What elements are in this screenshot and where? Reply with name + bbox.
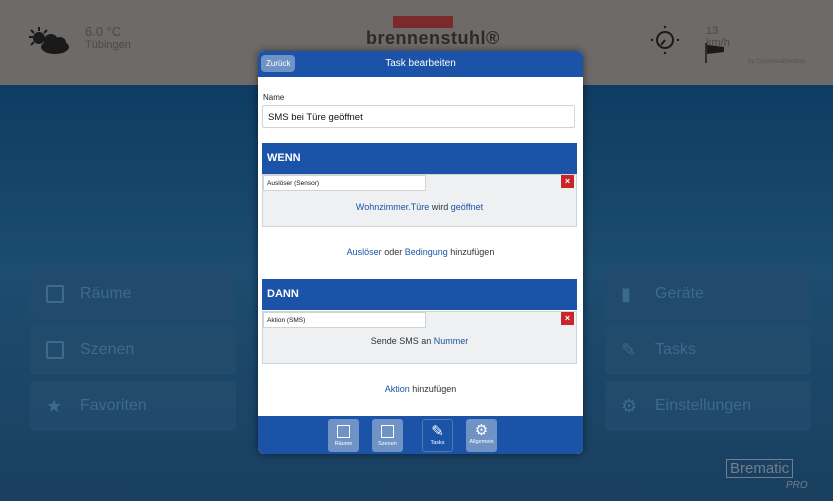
when-box: Auslöser (Sensor) × Wohnzimmer.Türe wird…: [262, 174, 577, 227]
wind-widget: 13 km/h by OpenWeatherMap: [650, 25, 805, 65]
footer-rooms-button[interactable]: Räume: [328, 419, 359, 452]
name-input[interactable]: SMS bei Türe geöffnet: [262, 105, 575, 128]
tile-label: Tasks: [655, 341, 696, 358]
add-trigger-link[interactable]: Auslöser: [347, 247, 382, 257]
tile-rooms[interactable]: Räume: [30, 269, 236, 319]
weather-source: by OpenWeatherMap: [748, 59, 805, 65]
brematic-logo: Brematic PRO: [726, 459, 808, 491]
tile-scenes[interactable]: Szenen: [30, 325, 236, 375]
remove-trigger-button[interactable]: ×: [561, 175, 574, 188]
gear-icon: ⚙: [474, 422, 489, 439]
weather-widget: 6.0 °C Tübingen: [25, 25, 131, 55]
add-suffix-text: hinzufügen: [450, 247, 495, 257]
tile-label: Räume: [80, 285, 132, 302]
tile-label: Einstellungen: [655, 397, 752, 414]
temperature: 6.0 °C: [85, 24, 122, 39]
dialog-header: Zurück Task bearbeiten: [258, 51, 583, 77]
then-header: DANN: [262, 279, 577, 310]
dialog-body: Name SMS bei Türe geöffnet WENN Auslöser…: [258, 77, 583, 416]
plug-icon: ▮: [621, 283, 631, 304]
windsock-icon: [705, 43, 724, 63]
then-box: Aktion (SMS) × Sende SMS an Nummer: [262, 311, 577, 364]
tile-devices[interactable]: ▮ Geräte: [605, 269, 811, 319]
sun-cloud-icon: [29, 27, 69, 54]
trigger-middle-text: wird: [431, 202, 449, 212]
footer-label: Szenen: [378, 441, 397, 447]
tile-tasks[interactable]: ✎ Tasks: [605, 325, 811, 375]
task-edit-dialog: Zurück Task bearbeiten Name SMS bei Türe…: [258, 51, 583, 454]
dialog-title: Task bearbeiten: [385, 58, 456, 69]
star-icon: ★: [46, 395, 63, 416]
dialog-footer-nav: Räume Szenen ✎ Tasks ⚙ Allgemein: [258, 416, 583, 454]
add-trigger-row: Auslöser oder Bedingung hinzufügen: [258, 247, 583, 257]
add-action-row: Aktion hinzufügen: [258, 384, 583, 394]
add-or-text: oder: [384, 247, 403, 257]
footer-general-button[interactable]: ⚙ Allgemein: [466, 419, 497, 452]
rooms-icon: [46, 285, 64, 303]
action-target-link[interactable]: Nummer: [434, 336, 469, 346]
action-select[interactable]: Aktion (SMS): [263, 312, 426, 328]
add-action-suffix: hinzufügen: [412, 384, 457, 394]
gear-icon: ⚙: [621, 395, 638, 416]
play-icon: [46, 341, 64, 359]
brand-logo: brennenstuhl®: [366, 16, 500, 49]
rooms-icon: [337, 425, 350, 438]
tile-label: Geräte: [655, 285, 704, 302]
tile-favorites[interactable]: ★ Favoriten: [30, 381, 236, 431]
name-label: Name: [263, 93, 285, 102]
play-icon: [381, 425, 394, 438]
action-text: Sende SMS an: [370, 336, 432, 346]
remove-action-button[interactable]: ×: [561, 312, 574, 325]
trigger-state-link[interactable]: geöffnet: [451, 202, 483, 212]
tile-settings[interactable]: ⚙ Einstellungen: [605, 381, 811, 431]
logo-bar: [393, 16, 453, 28]
footer-scenes-button[interactable]: Szenen: [372, 419, 403, 452]
logo-text: brennenstuhl®: [366, 28, 500, 48]
city-name: Tübingen: [85, 39, 131, 51]
tasks-icon: ✎: [431, 423, 444, 440]
trigger-select[interactable]: Auslöser (Sensor): [263, 175, 426, 191]
brand-line2: PRO: [786, 480, 808, 491]
trigger-description: Wohnzimmer.Türe wird geöffnet: [263, 202, 576, 212]
compass-icon: [650, 25, 680, 55]
add-action-link[interactable]: Aktion: [385, 384, 410, 394]
tile-label: Szenen: [80, 341, 135, 358]
footer-label: Räume: [334, 441, 353, 447]
brand-line1: Brematic: [726, 459, 794, 478]
footer-label: Tasks: [430, 440, 445, 446]
action-description: Sende SMS an Nummer: [263, 336, 576, 346]
tile-label: Favoriten: [80, 397, 147, 414]
tasks-icon: ✎: [621, 339, 637, 360]
when-header: WENN: [262, 143, 577, 174]
trigger-device-link[interactable]: Wohnzimmer.Türe: [356, 202, 429, 212]
footer-tasks-button[interactable]: ✎ Tasks: [422, 419, 453, 452]
footer-label: Allgemein: [469, 439, 494, 445]
add-condition-link[interactable]: Bedingung: [405, 247, 448, 257]
